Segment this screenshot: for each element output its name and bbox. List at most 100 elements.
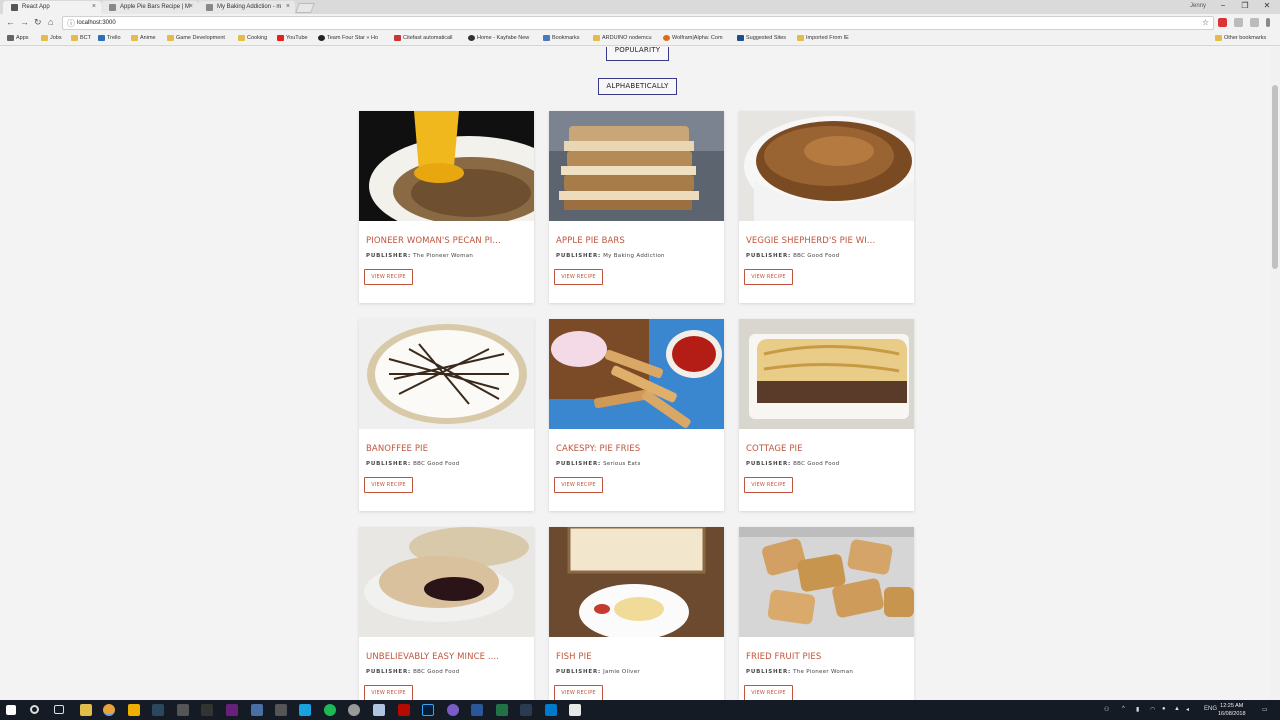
url-text[interactable]: localhost:3000 xyxy=(77,20,116,26)
scrollbar-thumb[interactable] xyxy=(1272,85,1278,269)
app-icon[interactable] xyxy=(520,704,532,716)
reload-icon[interactable]: ↻ xyxy=(34,17,42,28)
app-icon[interactable] xyxy=(201,704,213,716)
view-recipe-button[interactable]: VIEW RECIPE xyxy=(744,269,793,285)
app-icon[interactable] xyxy=(299,704,311,716)
view-recipe-button[interactable]: VIEW RECIPE xyxy=(364,269,413,285)
view-recipe-button[interactable]: VIEW RECIPE xyxy=(364,477,413,493)
bookmark-bct[interactable]: BCT xyxy=(71,35,91,41)
bookmark-star-icon[interactable]: ☆ xyxy=(1202,18,1209,27)
minimize-button[interactable]: − xyxy=(1212,1,1234,10)
view-recipe-button[interactable]: VIEW RECIPE xyxy=(554,269,603,285)
close-tab-icon[interactable]: × xyxy=(189,3,193,10)
app-icon[interactable] xyxy=(348,704,360,716)
sort-popularity-button[interactable]: POPULARITY xyxy=(606,47,669,61)
bookmark-label: Game Development xyxy=(176,35,225,41)
bookmark-label: BCT xyxy=(80,35,91,41)
bookmark-other[interactable]: Other bookmarks xyxy=(1215,35,1266,41)
people-icon[interactable]: ⚇ xyxy=(1104,706,1109,713)
notifications-icon[interactable]: ▭ xyxy=(1262,706,1268,713)
bookmark-arduino[interactable]: ARDUINO nodemcu xyxy=(593,35,652,41)
excel-icon[interactable] xyxy=(496,704,508,716)
app-icon[interactable] xyxy=(373,704,385,716)
network-icon[interactable]: ▮ xyxy=(1136,706,1139,713)
bookmark-label: Jobs xyxy=(50,35,62,41)
show-hidden-icons[interactable]: ^ xyxy=(1122,706,1125,712)
language-indicator[interactable]: ENG xyxy=(1204,706,1217,712)
vscode-icon[interactable] xyxy=(545,704,557,716)
bookmark-apps[interactable]: Apps xyxy=(7,35,29,41)
view-recipe-button[interactable]: VIEW RECIPE xyxy=(364,685,413,700)
publisher-name: BBC Good Food xyxy=(413,461,460,467)
app-tray-icon[interactable]: ▲ xyxy=(1174,706,1180,712)
profile-name[interactable]: Jenny xyxy=(1190,3,1206,9)
recipe-image xyxy=(739,527,914,637)
bookmark-game-development[interactable]: Game Development xyxy=(167,35,225,41)
close-tab-icon[interactable]: × xyxy=(92,3,96,10)
bookmark-anime[interactable]: Anime xyxy=(131,35,156,41)
bookmark-trello[interactable]: Trello xyxy=(98,35,121,41)
vlc-icon[interactable] xyxy=(128,704,140,716)
bookmark-imported-from-ie[interactable]: Imported From IE xyxy=(797,35,849,41)
bookmark-bookmarks[interactable]: Bookmarks xyxy=(543,35,580,41)
bookmark-kayfabe[interactable]: Home - Kayfabe New xyxy=(468,35,529,41)
back-icon[interactable]: ← xyxy=(6,17,15,27)
view-recipe-button[interactable]: VIEW RECIPE xyxy=(744,685,793,700)
view-recipe-button[interactable]: VIEW RECIPE xyxy=(554,477,603,493)
view-recipe-button[interactable]: VIEW RECIPE xyxy=(744,477,793,493)
maximize-button[interactable]: ❐ xyxy=(1234,1,1256,10)
recipe-card: BANOFFEE PIE PUBLISHER: BBC Good Food VI… xyxy=(359,319,534,511)
address-bar[interactable]: ⓘ localhost:3000 ☆ xyxy=(62,16,1214,30)
view-recipe-button[interactable]: VIEW RECIPE xyxy=(554,685,603,700)
opera-extension-icon[interactable] xyxy=(1218,18,1227,27)
tab-react-app[interactable]: React App × xyxy=(3,1,101,14)
word-icon[interactable] xyxy=(471,704,483,716)
close-tab-icon[interactable]: × xyxy=(286,3,290,10)
tab-apple-pie-bars[interactable]: Apple Pie Bars Recipe | M × xyxy=(101,1,198,14)
info-icon[interactable]: ⓘ xyxy=(67,18,75,29)
extension-icon[interactable] xyxy=(1250,18,1259,27)
spotify-icon[interactable] xyxy=(324,704,336,716)
recipe-image xyxy=(739,111,914,221)
acrobat-icon[interactable] xyxy=(398,704,410,716)
tab-my-baking-addiction[interactable]: My Baking Addiction - m × xyxy=(198,1,295,14)
visual-studio-icon[interactable] xyxy=(226,704,238,716)
photoshop-icon[interactable] xyxy=(422,704,434,716)
site-icon xyxy=(737,35,744,41)
start-windows-icon[interactable] xyxy=(6,705,16,715)
home-icon[interactable]: ⌂ xyxy=(48,17,53,27)
bookmark-youtube[interactable]: YouTube xyxy=(277,35,308,41)
file-explorer-icon[interactable] xyxy=(80,704,92,716)
new-tab-button[interactable] xyxy=(295,3,315,13)
bookmark-jobs[interactable]: Jobs xyxy=(41,35,62,41)
bookmark-label: Apps xyxy=(16,35,29,41)
close-window-button[interactable]: ✕ xyxy=(1256,1,1278,10)
bookmark-suggested-sites[interactable]: Suggested Sites xyxy=(737,35,786,41)
recipe-title: PIONEER WOMAN'S PECAN PI... xyxy=(366,236,501,246)
bookmark-team-four-star[interactable]: Team Four Star » Ho xyxy=(318,35,378,41)
bookmark-wolfram[interactable]: Wolfram|Alpha: Com xyxy=(663,35,723,41)
app-icon[interactable] xyxy=(177,704,189,716)
menu-icon[interactable] xyxy=(1266,18,1270,27)
wifi-icon[interactable]: ◠ xyxy=(1150,706,1155,713)
publisher-name: BBC Good Food xyxy=(413,669,460,675)
steam-icon[interactable] xyxy=(152,704,164,716)
app-icon[interactable] xyxy=(447,704,459,716)
extension-icon[interactable] xyxy=(1234,18,1243,27)
search-icon[interactable] xyxy=(30,705,39,714)
bookmark-citefast[interactable]: Citefast automaticall xyxy=(394,35,453,41)
volume-icon[interactable]: ◂ xyxy=(1186,706,1189,713)
sort-alphabetically-button[interactable]: ALPHABETICALLY xyxy=(598,78,677,95)
app-icon[interactable] xyxy=(275,704,287,716)
page-scrollbar[interactable] xyxy=(1270,47,1280,700)
clock[interactable]: 12:25 AM 16/08/2018 xyxy=(1218,702,1246,718)
app-icon[interactable] xyxy=(569,704,581,716)
task-view-icon[interactable] xyxy=(54,705,64,714)
chrome-icon[interactable] xyxy=(103,704,115,716)
recipe-title: FISH PIE xyxy=(556,652,592,662)
bookmark-cooking[interactable]: Cooking xyxy=(238,35,267,41)
forward-icon[interactable]: → xyxy=(20,17,29,27)
tab-label: My Baking Addiction - m xyxy=(217,4,282,10)
app-icon[interactable] xyxy=(251,704,263,716)
app-tray-icon[interactable]: ● xyxy=(1162,706,1166,712)
